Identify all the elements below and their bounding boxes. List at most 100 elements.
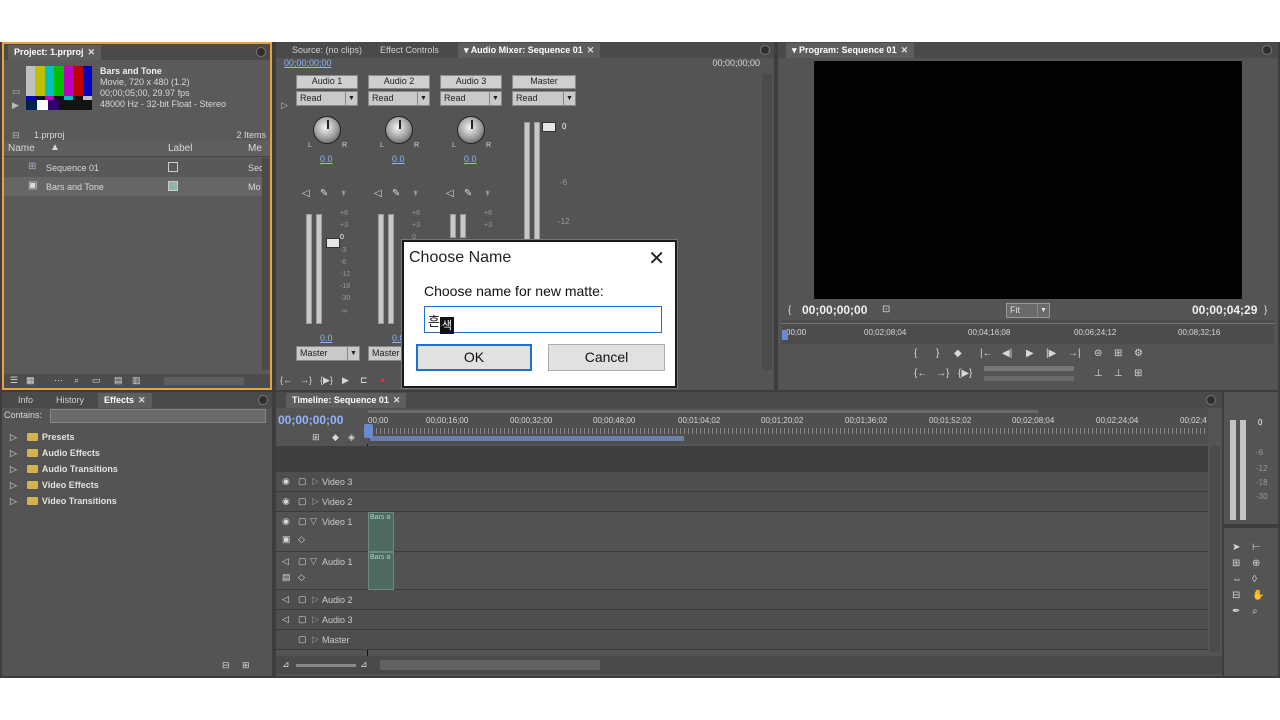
play-icon[interactable]: ▶ <box>342 375 349 386</box>
extract-icon[interactable]: ⊞ <box>1114 348 1122 359</box>
step-back-icon[interactable]: ◀| <box>1002 348 1012 359</box>
expand-icon[interactable]: ▷ <box>10 448 17 458</box>
eye-icon[interactable]: ◉ <box>282 516 290 527</box>
vertical-scrollbar[interactable] <box>1210 446 1220 652</box>
lock-icon[interactable]: ▢ <box>298 496 307 507</box>
close-icon[interactable]: ✕ <box>138 395 146 405</box>
list-item[interactable]: ▷ Presets <box>10 432 74 443</box>
expand-icon[interactable]: ▷ <box>10 432 17 442</box>
solo-icon[interactable]: ✎ <box>464 188 472 199</box>
step-forward-icon[interactable]: |▶ <box>1046 348 1056 359</box>
shuttle-slider[interactable] <box>984 376 1074 381</box>
close-icon[interactable]: ✕ <box>88 47 96 57</box>
pan-knob[interactable] <box>457 116 485 144</box>
matte-name-input[interactable]: 흔색 <box>424 306 662 334</box>
go-in-icon[interactable]: {← <box>914 368 927 379</box>
next-edit-icon[interactable]: →| <box>1068 348 1081 359</box>
add-marker-icon[interactable]: ◆ <box>332 432 339 443</box>
track-video-2[interactable]: ◉ ▢ ▷ Video 2 <box>276 492 1208 512</box>
pan-value[interactable]: 0.0 <box>392 154 405 164</box>
hand-tool-icon[interactable]: ✋ <box>1252 590 1264 601</box>
speaker-icon[interactable]: ◁ <box>282 594 289 605</box>
close-icon[interactable]: ✕ <box>587 45 595 55</box>
track-select-tool-icon[interactable]: ⊢ <box>1252 542 1261 553</box>
solo-icon[interactable]: ✎ <box>320 188 328 199</box>
pen-tool-icon[interactable]: ✒ <box>1232 606 1240 617</box>
delete-icon[interactable]: ⊞ <box>242 660 250 671</box>
program-video-display[interactable] <box>814 61 1242 299</box>
tab-history[interactable]: History <box>50 393 90 408</box>
go-out-icon[interactable]: →} <box>936 368 949 379</box>
razor-tool-icon[interactable]: ◊ <box>1252 574 1257 585</box>
lock-icon[interactable]: ▢ <box>298 634 307 645</box>
eye-icon[interactable]: ◉ <box>282 496 290 507</box>
zoom-dropdown[interactable]: Fit ▼ <box>1006 303 1050 318</box>
lock-icon[interactable]: ▢ <box>298 614 307 625</box>
keyframe-nav-icon[interactable]: ◇ <box>298 534 305 545</box>
waveform-icon[interactable]: ▤ <box>282 572 291 583</box>
program-timecode[interactable]: 00;00;00;00 <box>802 303 867 317</box>
sort-up-icon[interactable]: ▲ <box>50 142 60 153</box>
panel-menu-icon[interactable] <box>258 395 268 405</box>
tab-program[interactable]: ▾ Program: Sequence 01 ✕ <box>786 43 915 58</box>
collapse-icon[interactable]: ▽ <box>310 516 317 527</box>
new-item-icon[interactable]: ▤ <box>114 375 123 386</box>
automation-mode-dropdown[interactable]: Read ▼ <box>296 91 358 106</box>
track-master[interactable]: ▢ ▷ Master <box>276 630 1208 650</box>
expand-effects-icon[interactable]: ▷ <box>281 100 288 111</box>
display-style-icon[interactable]: ▣ <box>282 534 291 545</box>
zoom-in-icon[interactable]: ⊿ <box>360 659 368 670</box>
record-button-icon[interactable]: ● <box>380 375 385 385</box>
chevron-left-icon[interactable]: { <box>788 305 791 316</box>
record-icon[interactable]: ♆ <box>340 188 348 199</box>
clip-bars-and-tone-audio[interactable]: Bars a <box>368 552 394 590</box>
col-name[interactable]: Name <box>8 143 35 154</box>
panel-menu-icon[interactable] <box>1206 395 1216 405</box>
col-label[interactable]: Label <box>168 143 192 154</box>
clear-icon[interactable]: ▥ <box>132 375 141 386</box>
lock-icon[interactable]: ▢ <box>298 476 307 487</box>
volume-fader[interactable] <box>326 238 340 248</box>
keyframe-icon[interactable]: ◈ <box>348 432 355 443</box>
keyframe-nav-icon[interactable]: ◇ <box>298 572 305 583</box>
expand-icon[interactable]: ▷ <box>312 594 319 605</box>
pan-value[interactable]: 0.0 <box>320 154 333 164</box>
automation-mode-dropdown[interactable]: Read ▼ <box>368 91 430 106</box>
master-fader[interactable] <box>542 122 556 132</box>
tab-info[interactable]: Info <box>12 393 39 408</box>
panel-menu-icon[interactable] <box>760 45 770 55</box>
expand-icon[interactable]: ▷ <box>10 496 17 506</box>
mute-icon[interactable]: ◁ <box>302 188 310 199</box>
export-frame-icon[interactable]: ⊥ <box>1114 368 1123 379</box>
expand-icon[interactable]: ▷ <box>312 614 319 625</box>
zoom-out-icon[interactable]: ⊿ <box>282 659 290 670</box>
set-marker-icon[interactable]: ◆ <box>954 348 962 359</box>
list-item[interactable]: ▷ Video Effects <box>10 480 99 491</box>
vertical-scrollbar[interactable] <box>262 158 270 370</box>
list-item[interactable]: ▷ Video Transitions <box>10 496 117 507</box>
tab-effects[interactable]: Effects ✕ <box>98 393 152 408</box>
tab-project[interactable]: Project: 1.prproj ✕ <box>8 45 102 60</box>
playhead-icon[interactable] <box>782 330 788 340</box>
list-item[interactable]: ⊞ Sequence 01 Sec <box>4 158 264 177</box>
timeline-ruler[interactable]: 00;00 00;00;16;00 00;00;32;00 00;00;48;0… <box>364 408 1208 444</box>
track-audio-3[interactable]: ◁ ▢ ▷ Audio 3 <box>276 610 1208 630</box>
pan-value[interactable]: 0.0 <box>464 154 477 164</box>
automate-icon[interactable]: ⋯ <box>54 375 63 386</box>
lock-icon[interactable]: ▢ <box>298 594 307 605</box>
loop-icon[interactable]: ⊏ <box>360 375 368 386</box>
record-icon[interactable]: ♆ <box>412 188 420 199</box>
playhead-icon[interactable] <box>364 424 373 438</box>
output-dropdown[interactable]: Master <box>368 346 404 361</box>
go-out-icon[interactable]: →} <box>300 375 312 385</box>
contains-search-input[interactable] <box>50 409 266 423</box>
new-bin-icon[interactable]: ⊟ <box>222 660 230 671</box>
prev-edit-icon[interactable]: |← <box>980 348 993 359</box>
list-item[interactable]: ▷ Audio Transitions <box>10 464 118 475</box>
cancel-button[interactable]: Cancel <box>548 344 665 371</box>
zoom-tool-icon[interactable]: ⌕ <box>1252 606 1258 617</box>
panel-menu-icon[interactable] <box>1262 45 1272 55</box>
work-area-bar[interactable] <box>370 436 684 441</box>
automation-mode-dropdown[interactable]: Read ▼ <box>440 91 502 106</box>
mark-out-icon[interactable]: } <box>936 348 939 359</box>
